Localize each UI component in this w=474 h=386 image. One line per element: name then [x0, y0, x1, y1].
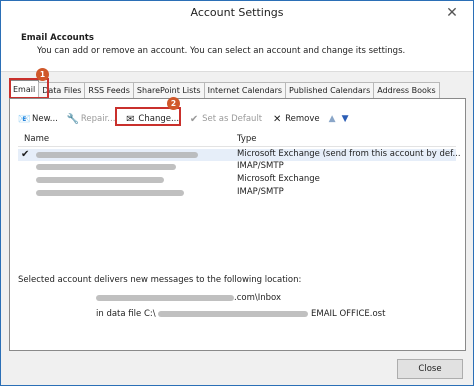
title-bar: Account Settings ✕: [1, 1, 473, 27]
account-row[interactable]: IMAP/SMTP: [18, 161, 456, 173]
default-account-check-icon: ✔: [21, 149, 30, 160]
header-panel: Email Accounts You can add or remove an …: [1, 27, 473, 72]
new-button[interactable]: 📧 New...: [18, 114, 58, 125]
new-account-icon: 📧: [18, 113, 31, 125]
tab-rss-feeds[interactable]: RSS Feeds: [84, 82, 134, 98]
column-type[interactable]: Type: [237, 134, 257, 144]
account-type: IMAP/SMTP: [237, 187, 284, 197]
tab-internet-calendars[interactable]: Internet Calendars: [203, 82, 287, 98]
checkmark-icon: ✔: [189, 113, 199, 125]
account-toolbar: 📧 New... 🔧 Repair... ✉ Change... ✔ Set a…: [18, 111, 354, 127]
delivery-folder-suffix: .com\Inbox: [234, 293, 281, 303]
account-type: Microsoft Exchange: [237, 174, 320, 184]
set-default-button[interactable]: ✔ Set as Default: [188, 114, 262, 125]
account-row[interactable]: IMAP/SMTP: [18, 187, 456, 199]
email-tab-highlight: [9, 78, 49, 99]
move-up-icon[interactable]: ▲: [329, 114, 336, 124]
step-badge-2: 2: [167, 97, 180, 110]
account-type: IMAP/SMTP: [237, 161, 284, 171]
delivery-location-label: Selected account delivers new messages t…: [18, 275, 302, 285]
email-tab-panel: 📧 New... 🔧 Repair... ✉ Change... ✔ Set a…: [9, 98, 466, 351]
account-list-header: Name Type: [18, 132, 456, 147]
redacted-file-path: [158, 310, 309, 317]
redacted-account-name: [36, 190, 184, 196]
close-button[interactable]: Close: [397, 359, 463, 379]
delivery-data-file: in data file C:\ EMAIL OFFICE.ost: [96, 309, 385, 319]
header-description: You can add or remove an account. You ca…: [37, 46, 406, 56]
account-row[interactable]: Microsoft Exchange: [18, 174, 456, 186]
move-down-icon[interactable]: ▼: [342, 114, 349, 124]
repair-button[interactable]: 🔧 Repair...: [67, 114, 116, 125]
remove-button-label: Remove: [285, 114, 320, 124]
wrench-icon: 🔧: [66, 113, 80, 125]
set-default-label: Set as Default: [202, 114, 263, 124]
delivery-folder: .com\Inbox: [96, 293, 281, 303]
column-name[interactable]: Name: [24, 134, 49, 144]
account-type: Microsoft Exchange (send from this accou…: [237, 149, 461, 159]
redacted-account-name: [36, 152, 198, 158]
remove-button[interactable]: ✕ Remove: [271, 114, 320, 125]
data-file-suffix: EMAIL OFFICE.ost: [311, 309, 386, 319]
tab-published-calendars[interactable]: Published Calendars: [285, 82, 375, 98]
tab-address-books[interactable]: Address Books: [373, 82, 440, 98]
data-file-prefix: in data file C:\: [96, 309, 156, 319]
header-title: Email Accounts: [21, 33, 94, 43]
step-badge-1: 1: [36, 68, 49, 81]
account-settings-window: Account Settings ✕ Email Accounts You ca…: [0, 0, 474, 386]
tab-strip: Email Data Files RSS Feeds SharePoint Li…: [9, 80, 440, 99]
redacted-account-name: [36, 164, 176, 170]
close-window-icon[interactable]: ✕: [435, 3, 469, 23]
window-title: Account Settings: [190, 6, 284, 19]
redacted-account-name: [36, 177, 164, 183]
redacted-mailbox-name: [96, 294, 234, 301]
new-button-label: New...: [32, 114, 58, 124]
remove-icon: ✕: [272, 113, 282, 125]
account-row[interactable]: ✔ Microsoft Exchange (send from this acc…: [18, 149, 461, 161]
repair-button-label: Repair...: [80, 114, 116, 124]
tab-sharepoint-lists[interactable]: SharePoint Lists: [132, 82, 205, 98]
